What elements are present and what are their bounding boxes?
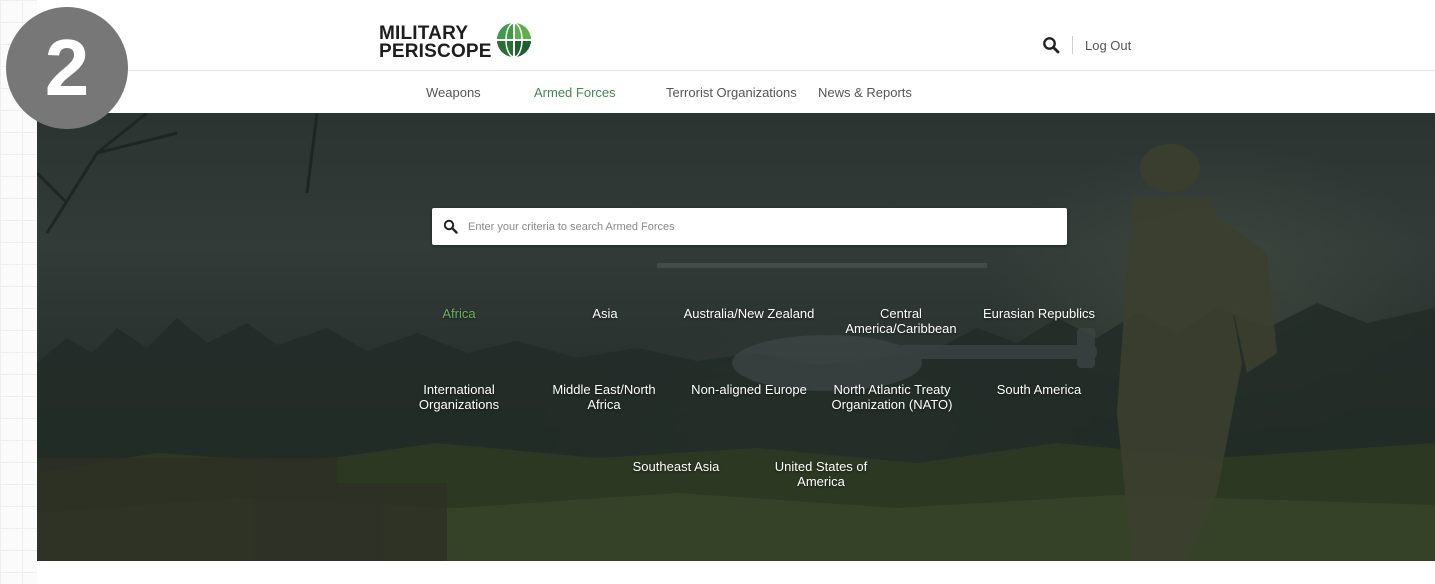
search-icon[interactable]: [1042, 36, 1060, 54]
nav-terrorist-organizations[interactable]: Terrorist Organizations: [666, 85, 797, 100]
nav-news-reports[interactable]: News & Reports: [818, 85, 912, 100]
header-actions: Log Out: [1042, 36, 1131, 54]
region-central-america-caribbean[interactable]: Central America/Caribbean: [841, 306, 961, 336]
logo-line-2: PERISCOPE: [379, 41, 492, 62]
search-icon[interactable]: [443, 219, 458, 234]
page: MILITARY PERISCOPE Log Out Weapons Armed…: [37, 0, 1435, 584]
region-asia[interactable]: Asia: [592, 306, 617, 321]
header-divider: [1072, 36, 1073, 54]
site-logo[interactable]: MILITARY PERISCOPE: [379, 22, 534, 64]
region-eurasian-republics[interactable]: Eurasian Republics: [983, 306, 1095, 321]
nav-weapons[interactable]: Weapons: [426, 85, 481, 100]
main-nav: Weapons Armed Forces Terrorist Organizat…: [37, 71, 1435, 113]
region-middle-east-north-africa[interactable]: Middle East/North Africa: [544, 382, 664, 412]
step-number-badge: 2: [6, 7, 128, 129]
region-australia-new-zealand[interactable]: Australia/New Zealand: [684, 306, 815, 321]
region-southeast-asia[interactable]: Southeast Asia: [633, 459, 720, 474]
hero-background-image: [37, 113, 1435, 561]
top-bar: MILITARY PERISCOPE Log Out: [37, 0, 1435, 71]
region-non-aligned-europe[interactable]: Non-aligned Europe: [691, 382, 807, 397]
logo-wordmark: MILITARY PERISCOPE: [379, 24, 492, 62]
region-south-america[interactable]: South America: [997, 382, 1082, 397]
armed-forces-search-box: [432, 208, 1067, 245]
logout-link[interactable]: Log Out: [1085, 38, 1131, 53]
hero-banner: Africa Asia Australia/New Zealand Centra…: [37, 113, 1435, 561]
periscope-globe-icon: [496, 22, 531, 58]
region-international-organizations[interactable]: International Organizations: [409, 382, 509, 412]
region-africa[interactable]: Africa: [442, 306, 475, 321]
search-input[interactable]: [466, 219, 1050, 234]
region-nato[interactable]: North Atlantic Treaty Organization (NATO…: [822, 382, 962, 412]
nav-armed-forces[interactable]: Armed Forces: [534, 85, 616, 100]
region-united-states-of-america[interactable]: United States of America: [771, 459, 871, 489]
